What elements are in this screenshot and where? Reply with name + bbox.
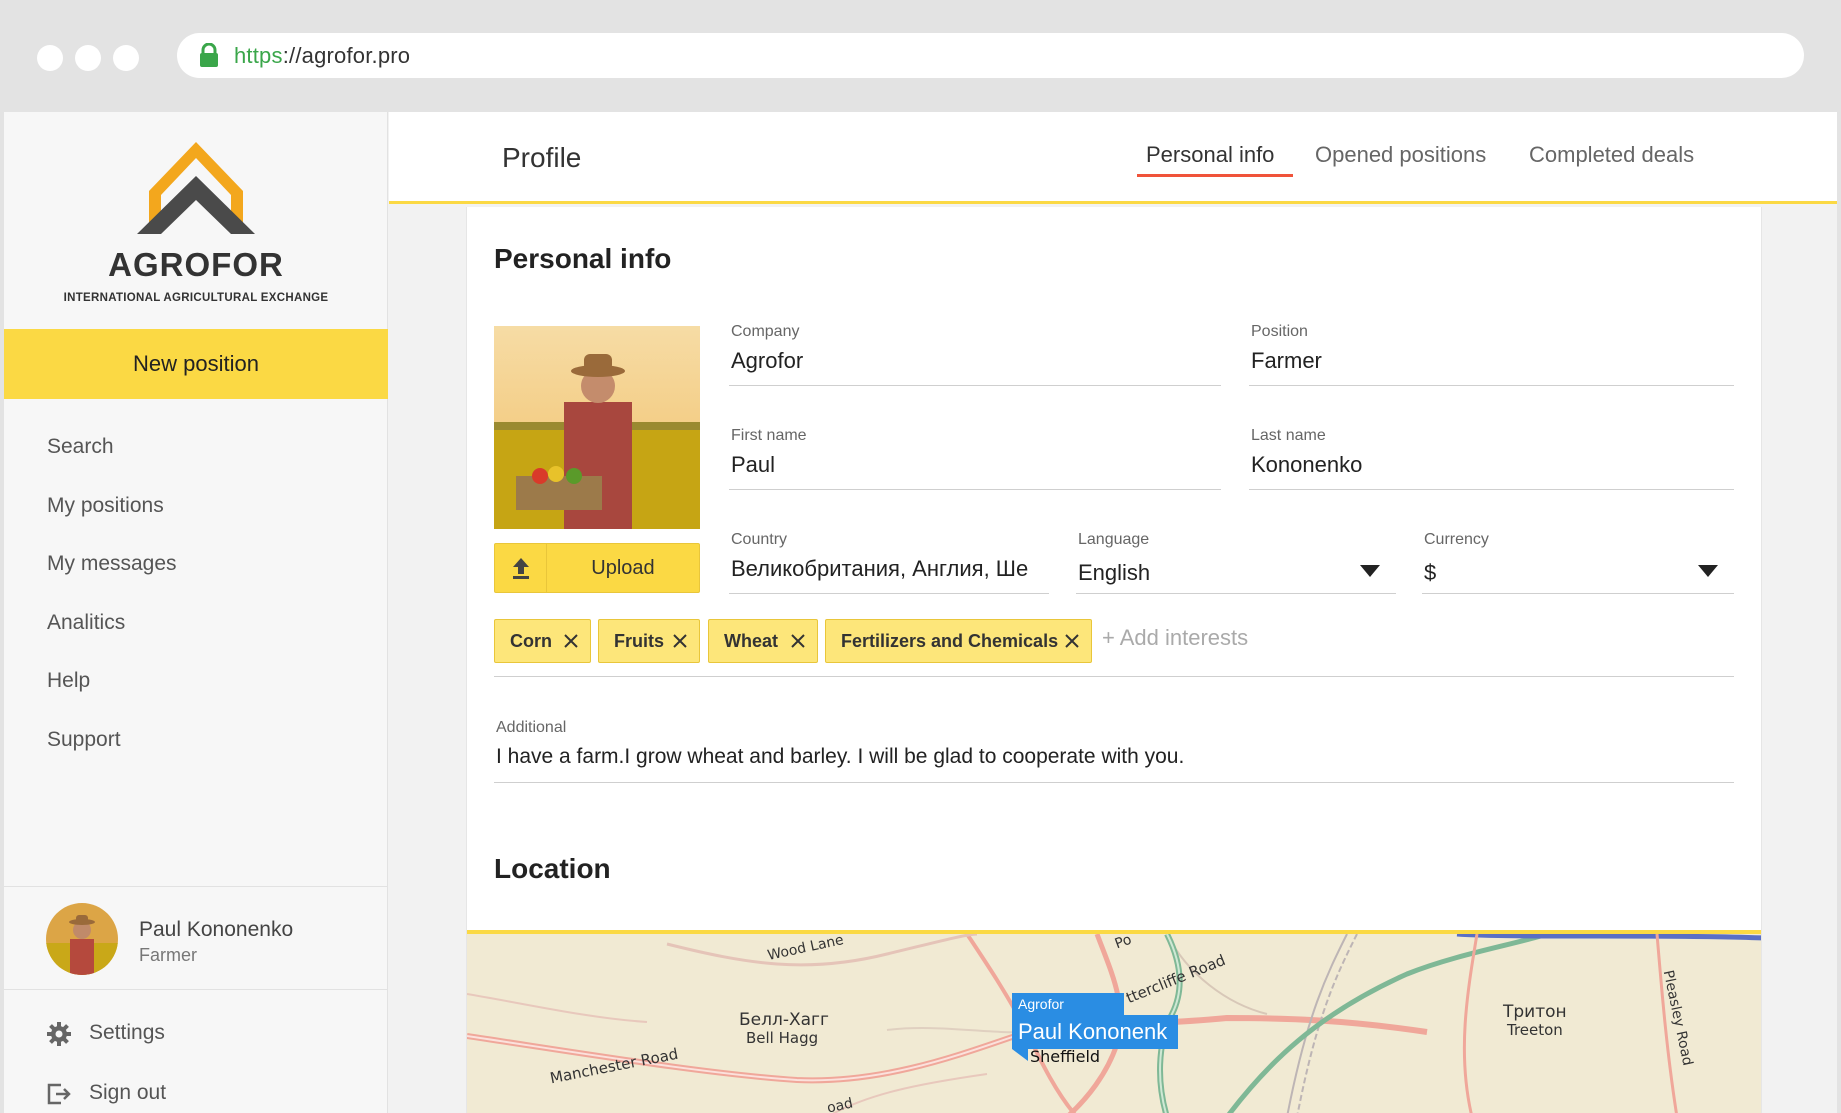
active-tab-indicator (1137, 174, 1293, 177)
personal-info-heading: Personal info (494, 243, 672, 274)
upload-icon-box (495, 544, 547, 592)
country-value: Великобритания, Англия, Ше (731, 556, 1029, 581)
window-dot-minimize[interactable] (75, 45, 101, 71)
first-name-field[interactable]: First name Paul (729, 427, 1221, 490)
close-icon[interactable] (1064, 633, 1080, 649)
interest-tag[interactable]: Fruits (598, 619, 700, 663)
chevron-down-icon (1360, 565, 1380, 577)
page-title: Profile (502, 142, 582, 173)
map-label-bell-hagg-ru: Белл-Хагг (739, 1010, 829, 1030)
upload-button[interactable]: Upload (494, 543, 700, 593)
location-heading: Location (494, 853, 611, 884)
settings-button[interactable]: Settings (4, 1005, 388, 1063)
sidebar-nav: Search My positions My messages Analitic… (4, 418, 388, 769)
interest-tag-label: Fruits (614, 631, 665, 651)
currency-label: Currency (1424, 531, 1489, 548)
chevron-down-icon (1698, 565, 1718, 577)
sidebar: AGROFOR INTERNATIONAL AGRICULTURAL EXCHA… (4, 112, 388, 1113)
sign-out-icon (47, 1083, 71, 1105)
position-value: Farmer (1251, 348, 1322, 373)
window-dot-close[interactable] (37, 45, 63, 71)
close-icon[interactable] (672, 633, 688, 649)
sign-out-button[interactable]: Sign out (4, 1065, 388, 1113)
settings-label: Settings (89, 1021, 165, 1044)
url-text: https://agrofor.pro (234, 43, 410, 69)
upload-label: Upload (591, 557, 655, 579)
profile-card: Personal info Upload Company Agrofor Pos… (466, 207, 1762, 1113)
page-header: Profile Personal info Opened positions C… (389, 112, 1837, 204)
currency-select[interactable]: Currency $ (1422, 531, 1734, 594)
user-name: Paul Kononenko (139, 918, 294, 941)
company-field[interactable]: Company Agrofor (729, 323, 1221, 386)
interest-tag[interactable]: Fertilizers and Chemicals (825, 619, 1092, 663)
sidebar-item-help[interactable]: Help (4, 652, 388, 711)
url-domain: ://agrofor.pro (282, 43, 411, 68)
sidebar-item-search[interactable]: Search (4, 418, 388, 477)
sidebar-item-support[interactable]: Support (4, 711, 388, 770)
language-value: English (1078, 560, 1151, 585)
additional-field[interactable]: Additional I have a farm.I grow wheat an… (494, 719, 1734, 783)
interest-tag-label: Wheat (724, 631, 778, 651)
close-icon[interactable] (563, 633, 579, 649)
sidebar-item-analitics[interactable]: Analitics (4, 594, 388, 653)
logo-roof-icon (137, 142, 255, 234)
location-map[interactable]: Wood Lane Po Белл-Хагг Bell Hagg Manches… (467, 930, 1761, 1113)
additional-label: Additional (496, 719, 567, 736)
close-icon[interactable] (790, 633, 806, 649)
app-window: AGROFOR INTERNATIONAL AGRICULTURAL EXCHA… (4, 112, 1837, 1113)
country-field[interactable]: Country Великобритания, Англия, Ше (729, 531, 1049, 594)
logo-name: AGROFOR (108, 246, 284, 283)
company-label: Company (731, 323, 800, 340)
browser-chrome: https://agrofor.pro (0, 0, 1841, 112)
company-value: Agrofor (731, 348, 804, 373)
country-label: Country (731, 531, 788, 548)
tab-completed-deals[interactable]: Completed deals (1529, 142, 1694, 168)
first-name-label: First name (731, 427, 807, 444)
user-card[interactable]: Paul Kononenko Farmer (4, 886, 388, 990)
map-label-treeton-ru: Тритон (1503, 1002, 1567, 1022)
language-select[interactable]: Language English (1076, 531, 1396, 594)
map-pin-company[interactable]: Agrofor (1012, 993, 1124, 1015)
sidebar-item-my-messages[interactable]: My messages (4, 535, 388, 594)
sign-out-label: Sign out (89, 1081, 167, 1104)
interest-tag-label: Fertilizers and Chemicals (841, 631, 1059, 651)
interests-field: Corn Fruits Wheat Fertilizers and Chemic… (494, 613, 1734, 677)
logo-tagline: INTERNATIONAL AGRICULTURAL EXCHANGE (63, 292, 329, 304)
tab-personal-info[interactable]: Personal info (1146, 142, 1274, 168)
map-pin-name[interactable]: Paul Kononenk (1012, 1015, 1178, 1049)
interest-tag[interactable]: Wheat (708, 619, 818, 663)
last-name-value: Kononenko (1251, 452, 1363, 477)
sidebar-item-my-positions[interactable]: My positions (4, 477, 388, 536)
user-role: Farmer (139, 945, 197, 965)
map-pin-pointer-icon (1012, 1049, 1028, 1061)
add-interests-input[interactable]: + Add interests (1102, 625, 1248, 651)
lock-icon (200, 43, 218, 67)
new-position-button[interactable]: New position (4, 329, 388, 399)
map-label-bell-hagg: Bell Hagg (746, 1029, 819, 1047)
url-protocol: https (234, 43, 283, 68)
upload-icon (513, 558, 529, 579)
last-name-label: Last name (1251, 427, 1326, 444)
interest-tag[interactable]: Corn (494, 619, 591, 663)
language-label: Language (1078, 531, 1150, 548)
additional-value: I have a farm.I grow wheat and barley. I… (496, 745, 1185, 768)
map-label-sheffield: Sheffield (1030, 1047, 1101, 1066)
tab-opened-positions[interactable]: Opened positions (1315, 142, 1486, 168)
map-label-treeton: Treeton (1507, 1021, 1563, 1039)
interest-tag-label: Corn (510, 631, 552, 651)
currency-value: $ (1424, 560, 1437, 585)
profile-photo (494, 326, 700, 529)
avatar[interactable] (46, 903, 118, 975)
position-field[interactable]: Position Farmer (1249, 323, 1734, 386)
last-name-field[interactable]: Last name Kononenko (1249, 427, 1734, 490)
first-name-value: Paul (731, 452, 776, 477)
address-bar[interactable]: https://agrofor.pro (177, 33, 1804, 78)
window-dot-maximize[interactable] (113, 45, 139, 71)
gear-icon (47, 1022, 71, 1046)
position-label: Position (1251, 323, 1308, 340)
